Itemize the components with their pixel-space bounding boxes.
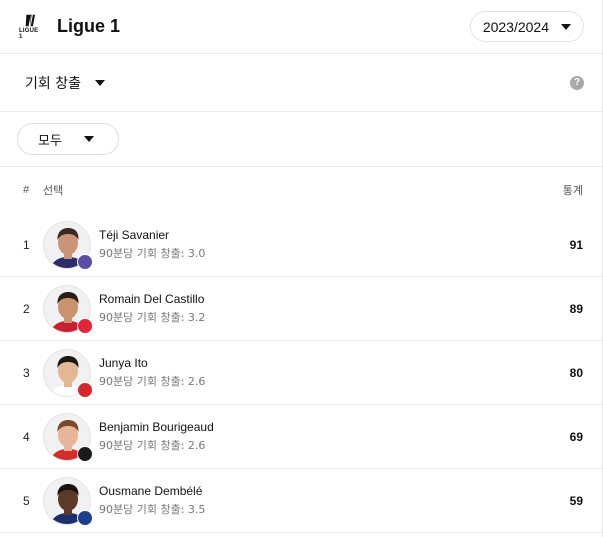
player-rank: 1 xyxy=(23,237,30,252)
ligue1-logo-icon xyxy=(25,14,36,26)
stats-panel: LIGUE 1 Ligue 1 2023/2024 기회 창출 ? 모두 # 선… xyxy=(0,0,603,537)
player-per90: 90분당 기회 창출: 2.6 xyxy=(99,439,206,452)
player-stat-value: 80 xyxy=(569,365,583,380)
player-stat-value: 59 xyxy=(569,493,583,508)
player-info: Téji Savanier 90분당 기회 창출: 3.0 xyxy=(99,228,205,261)
filter-dropdown[interactable]: 모두 xyxy=(17,123,119,155)
stat-type-label: 기회 창출 xyxy=(25,75,81,92)
player-per90: 90분당 기회 창출: 3.2 xyxy=(99,311,206,324)
player-rank: 3 xyxy=(23,365,30,380)
player-avatar-wrap xyxy=(43,284,93,334)
column-stat: 통계 xyxy=(562,184,583,197)
player-row[interactable]: 5 Ousmane Dembélé 90분당 기회 창출: 3.5 59 xyxy=(0,469,602,533)
player-stat-value: 69 xyxy=(569,429,583,444)
column-player: 선택 xyxy=(43,184,64,197)
club-badge-icon xyxy=(77,253,93,270)
club-badge-icon xyxy=(77,317,93,334)
ligue1-logo[interactable]: LIGUE 1 xyxy=(19,14,41,40)
player-row[interactable]: 4 Benjamin Bourigeaud 90분당 기회 창출: 2.6 69 xyxy=(0,405,602,469)
player-name[interactable]: Téji Savanier xyxy=(99,228,205,242)
player-rank: 2 xyxy=(23,301,30,316)
help-icon[interactable]: ? xyxy=(570,75,584,90)
player-avatar-wrap xyxy=(43,220,93,270)
player-row[interactable]: 3 Junya Ito 90분당 기회 창출: 2.6 80 xyxy=(0,341,602,405)
club-badge-icon xyxy=(77,509,93,526)
player-list: 1 Téji Savanier 90분당 기회 창출: 3.0 91 2 Rom… xyxy=(0,213,602,533)
player-row[interactable]: 2 Romain Del Castillo 90분당 기회 창출: 3.2 89 xyxy=(0,277,602,341)
player-stat-value: 89 xyxy=(569,301,583,316)
chevron-down-icon xyxy=(83,136,94,142)
filter-row: 모두 xyxy=(0,112,602,167)
player-name[interactable]: Ousmane Dembélé xyxy=(99,484,205,498)
player-info: Ousmane Dembélé 90분당 기회 창출: 3.5 xyxy=(99,484,205,517)
season-dropdown[interactable]: 2023/2024 xyxy=(469,11,584,42)
logo-text: LIGUE 1 xyxy=(19,27,39,40)
player-info: Benjamin Bourigeaud 90분당 기회 창출: 2.6 xyxy=(99,420,214,453)
player-name[interactable]: Junya Ito xyxy=(99,356,205,370)
chevron-down-icon xyxy=(94,79,105,86)
league-title: Ligue 1 xyxy=(57,16,121,36)
player-per90: 90분당 기회 창출: 2.6 xyxy=(99,375,206,388)
player-avatar-wrap xyxy=(43,476,93,526)
chevron-down-icon xyxy=(561,23,571,30)
column-rank: # xyxy=(23,184,30,196)
player-row[interactable]: 1 Téji Savanier 90분당 기회 창출: 3.0 91 xyxy=(0,213,602,277)
player-info: Junya Ito 90분당 기회 창출: 2.6 xyxy=(99,356,205,389)
player-per90: 90분당 기회 창출: 3.5 xyxy=(99,503,206,516)
table-header: # 선택 통계 xyxy=(0,167,602,213)
player-rank: 5 xyxy=(23,493,30,508)
filter-label: 모두 xyxy=(38,133,62,149)
league-header: LIGUE 1 Ligue 1 2023/2024 xyxy=(0,0,602,54)
player-rank: 4 xyxy=(23,429,30,444)
club-badge-icon xyxy=(77,381,93,398)
season-value: 2023/2024 xyxy=(482,18,549,35)
club-badge-icon xyxy=(77,445,93,462)
player-avatar-wrap xyxy=(43,412,93,462)
player-per90: 90분당 기회 창출: 3.0 xyxy=(99,247,206,260)
player-name[interactable]: Romain Del Castillo xyxy=(99,292,205,306)
player-avatar-wrap xyxy=(43,348,93,398)
player-info: Romain Del Castillo 90분당 기회 창출: 3.2 xyxy=(99,292,205,325)
player-stat-value: 91 xyxy=(569,237,583,252)
stat-type-dropdown[interactable]: 기회 창출 xyxy=(25,73,105,93)
player-name[interactable]: Benjamin Bourigeaud xyxy=(99,420,214,434)
stat-type-row: 기회 창출 ? xyxy=(0,54,602,112)
